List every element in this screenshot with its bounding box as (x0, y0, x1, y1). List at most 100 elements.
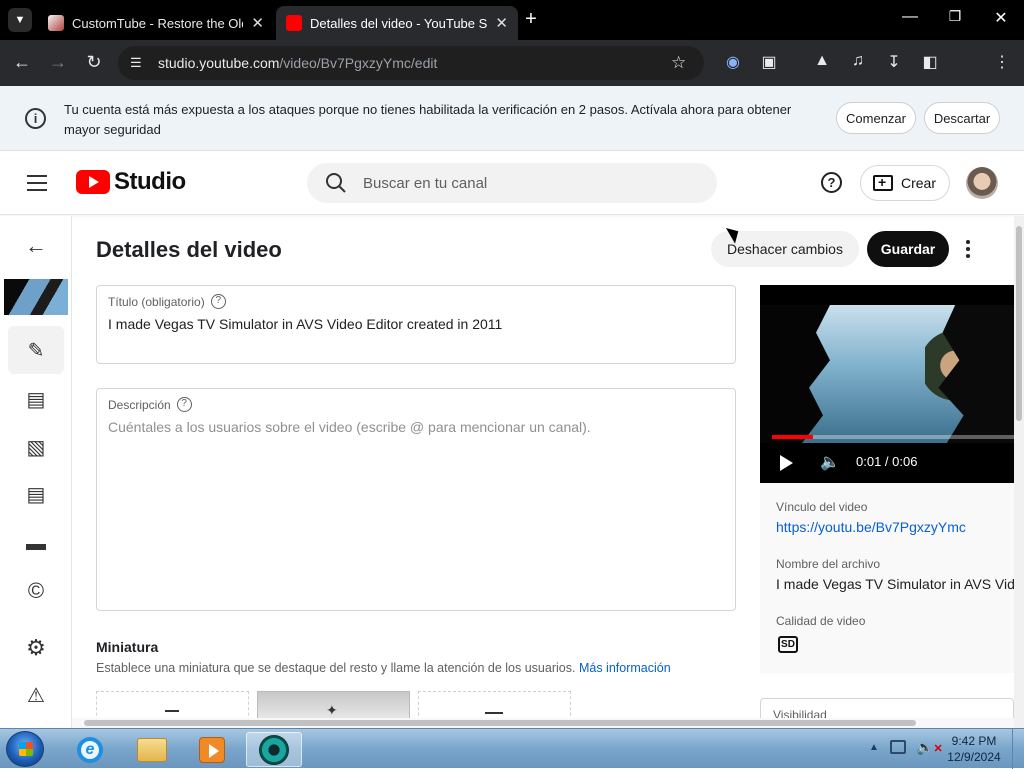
media-queue-icon[interactable]: ♫ (847, 52, 869, 70)
save-button[interactable]: Guardar (867, 231, 949, 267)
help-icon[interactable]: ? (821, 172, 842, 193)
show-desktop-button[interactable] (1012, 729, 1024, 769)
video-progress-bar[interactable] (772, 435, 1014, 439)
browser-toolbar: ← → ↻ ☰ studio.youtube.com/video/Bv7Pgxz… (0, 40, 1024, 112)
description-input[interactable]: Cuéntales a los usuarios sobre el video … (108, 419, 591, 435)
video-player[interactable]: 🔈 0:01 / 0:06 (760, 285, 1014, 483)
start-button[interactable]: Comenzar (836, 102, 916, 134)
url-text: studio.youtube.com/video/Bv7PgxzyYmc/edi… (158, 55, 437, 71)
upload-thumbnail-slot[interactable] (96, 691, 249, 721)
site-info-icon[interactable]: ☰ (130, 55, 142, 71)
chrome-icon (259, 734, 289, 765)
help-circle-icon[interactable]: ? (210, 294, 226, 309)
create-button[interactable]: Crear (860, 165, 950, 201)
start-button[interactable] (6, 731, 44, 767)
puzzle-icon[interactable]: ▣ (758, 52, 780, 72)
filename-value: I made Vegas TV Simulator in AVS Video E… (776, 576, 1014, 592)
title-label-text: Título (obligatorio) (108, 294, 205, 309)
menu-icon[interactable] (27, 175, 47, 191)
description-field[interactable]: Descripción ? Cuéntales a los usuarios s… (96, 388, 736, 611)
create-video-icon (873, 174, 893, 191)
restore-icon[interactable]: ❐ (943, 8, 967, 25)
learn-more-link[interactable]: Más información (579, 661, 671, 675)
minimize-icon[interactable]: — (898, 8, 922, 26)
pencil-icon[interactable]: ✎ (22, 336, 50, 364)
vertical-scrollbar[interactable] (1014, 216, 1024, 728)
thumbnail-desc-text: Establece una miniatura que se destaque … (96, 661, 576, 675)
tab-title: Detalles del video - YouTube St (310, 15, 488, 31)
windows-logo-icon (19, 742, 33, 756)
quality-label: Calidad de video (776, 614, 866, 628)
play-icon[interactable] (780, 455, 793, 471)
help-circle-icon[interactable]: ? (176, 397, 192, 412)
copyright-icon[interactable]: © (22, 577, 50, 605)
clock-date[interactable]: 12/9/2024 (944, 750, 1004, 764)
upload-icon (165, 710, 179, 712)
dismiss-button[interactable]: Descartar (924, 102, 1000, 134)
logo-text: Studio (114, 168, 186, 195)
labs-icon[interactable]: ▲ (811, 52, 833, 70)
browser-tab-studio[interactable]: Detalles del video - YouTube St ✕ (276, 6, 518, 40)
scrollbar-thumb[interactable] (84, 720, 916, 726)
info-icon: i (25, 108, 46, 129)
show-hidden-icons-icon[interactable]: ▲ (869, 742, 879, 753)
internet-explorer-icon: e (77, 736, 103, 763)
settings-gear-icon[interactable]: ⚙ (22, 634, 50, 662)
address-bar[interactable]: ☰ studio.youtube.com/video/Bv7PgxzyYmc/e… (118, 46, 704, 80)
close-tab-icon[interactable]: ✕ (495, 14, 508, 32)
subtitles-icon[interactable]: ▬ (22, 530, 50, 558)
forward-icon[interactable]: → (47, 52, 69, 73)
description-label-text: Descripción (108, 397, 171, 412)
video-link[interactable]: https://youtu.be/Bv7PgxzyYmc (776, 519, 966, 535)
search-input[interactable] (363, 171, 693, 195)
download-icon[interactable]: ↧ (883, 52, 905, 72)
title-field[interactable]: Título (obligatorio) ? I made Vegas TV S… (96, 285, 736, 364)
sd-badge-icon: SD (778, 636, 798, 653)
reload-icon[interactable]: ↻ (83, 52, 105, 73)
analytics-icon[interactable]: ▤ (22, 385, 50, 413)
studio-header: Studio ? Crear (0, 151, 1024, 215)
network-icon[interactable] (890, 740, 906, 754)
close-window-icon[interactable]: ✕ (989, 8, 1013, 28)
back-icon[interactable]: ← (11, 52, 33, 73)
volume-muted-icon[interactable]: 🔈✕ (916, 739, 943, 756)
bookmark-star-icon[interactable]: ☆ (671, 53, 686, 73)
url-host: studio.youtube.com (158, 55, 280, 71)
banner-message: Tu cuenta está más expuesta a los ataque… (64, 102, 792, 137)
browser-tab-customtube[interactable]: CustomTube - Restore the Old ✕ (38, 6, 274, 40)
editor-icon[interactable]: ▧ (22, 433, 50, 461)
new-tab-button[interactable]: + (520, 8, 542, 31)
tab-title: CustomTube - Restore the Old (72, 15, 244, 31)
taskbar-internet-explorer[interactable]: e (62, 732, 118, 767)
more-options-icon[interactable] (958, 236, 978, 262)
feedback-icon[interactable]: ⚠ (22, 681, 50, 709)
volume-icon[interactable]: 🔈 (820, 452, 840, 472)
taskbar-file-explorer[interactable] (124, 732, 180, 767)
url-path: /video/Bv7PgxzyYmc/edit (279, 55, 438, 71)
folder-icon (137, 737, 167, 762)
comments-icon[interactable]: ▤ (22, 480, 50, 508)
side-panel-icon[interactable]: ◧ (919, 52, 941, 72)
thumbnail-description: Establece una miniatura que se destaque … (96, 661, 671, 675)
taskbar-media-player[interactable] (184, 732, 240, 767)
taskbar-chrome[interactable] (246, 732, 302, 767)
back-arrow-icon[interactable]: ← (22, 232, 50, 260)
scrollbar-thumb[interactable] (1016, 226, 1022, 421)
title-field-label: Título (obligatorio) ? (108, 294, 226, 309)
title-input[interactable]: I made Vegas TV Simulator in AVS Video E… (108, 316, 502, 332)
video-thumbnail-mini[interactable] (4, 279, 68, 315)
left-nav: ← ✎ ▤ ▧ ▤ ▬ © ⚙ ⚠ (0, 216, 72, 728)
browser-tab-strip: ▼ CustomTube - Restore the Old ✕ Detalle… (0, 0, 1024, 40)
youtube-icon (286, 15, 302, 31)
auto-thumbnail-slot[interactable]: ✦ (257, 691, 410, 721)
avatar[interactable] (966, 167, 998, 199)
kebab-menu-icon[interactable]: ⋮ (991, 52, 1013, 72)
studio-logo[interactable]: Studio (76, 168, 186, 196)
channel-search[interactable] (307, 163, 717, 203)
extension-icon[interactable]: ◉ (722, 52, 744, 72)
clock-time[interactable]: 9:42 PM (944, 734, 1004, 748)
test-thumbnail-slot[interactable] (418, 691, 571, 721)
tab-search-button[interactable]: ▼ (8, 8, 32, 32)
horizontal-scrollbar[interactable] (72, 718, 1014, 728)
close-tab-icon[interactable]: ✕ (251, 14, 264, 32)
